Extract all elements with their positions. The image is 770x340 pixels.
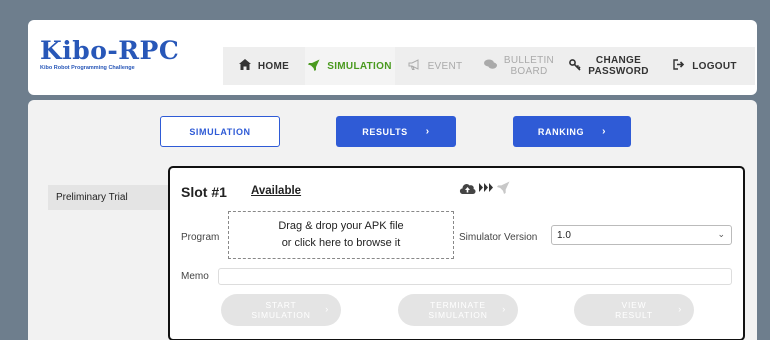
nav-change-password[interactable]: CHANGE PASSWORD [563, 47, 655, 85]
nav-event[interactable]: EVENT [395, 47, 475, 85]
status-indicators [459, 181, 510, 194]
tab-ranking[interactable]: RANKING › [513, 116, 631, 147]
simulator-version-value: 1.0 [557, 229, 571, 241]
nav-password-line1: CHANGE [595, 55, 642, 66]
chevron-right-icon: › [602, 126, 607, 137]
chevron-right-icon: › [502, 304, 506, 314]
start-simulation-button[interactable]: START SIMULATION › [221, 294, 341, 326]
start-line2: SIMULATION [251, 310, 311, 320]
rocket-icon [308, 59, 320, 74]
logo-title: Kibo-RPC [40, 36, 180, 65]
sidebar-item-preliminary-trial[interactable]: Preliminary Trial [48, 185, 168, 210]
nav-bulletin-line1: BULLETIN [503, 55, 555, 66]
terminate-line2: SIMULATION [428, 310, 488, 320]
header: Kibo-RPC Kibo Robot Programming Challeng… [28, 20, 757, 95]
forward-arrows-icon [479, 183, 494, 192]
simulator-version-select[interactable]: 1.0 ⌄ [551, 225, 732, 245]
view-line2: RESULT [615, 310, 653, 320]
memo-input[interactable] [218, 268, 732, 285]
nav-simulation-label: SIMULATION [327, 60, 392, 72]
program-label: Program [181, 232, 220, 243]
simulator-version-label: Simulator Version [459, 232, 538, 243]
nav-home[interactable]: HOME [223, 47, 305, 85]
main-nav: HOME SIMULATION EVENT BULLETIN BOARD CHA… [223, 47, 755, 85]
chevron-right-icon: › [678, 304, 682, 314]
memo-label: Memo [181, 271, 209, 282]
view-line1: VIEW [621, 300, 647, 310]
tab-simulation[interactable]: SIMULATION [160, 116, 280, 147]
sign-out-icon [673, 59, 685, 73]
nav-logout[interactable]: LOGOUT [655, 47, 755, 85]
rocket-icon [497, 181, 510, 194]
nav-home-label: HOME [257, 60, 290, 72]
main-panel: SIMULATION RESULTS › RANKING › Prelimina… [28, 100, 757, 340]
home-icon [238, 59, 251, 73]
slot-status: Available [251, 185, 302, 197]
tab-results[interactable]: RESULTS › [336, 116, 456, 147]
nav-event-label: EVENT [427, 60, 463, 72]
nav-bulletin-line2: BOARD [510, 66, 548, 77]
nav-bulletin-board[interactable]: BULLETIN BOARD [475, 47, 563, 85]
slot-title: Slot #1 [181, 184, 227, 200]
megaphone-icon [408, 59, 421, 73]
tab-results-label: RESULTS [362, 126, 408, 137]
nav-password-line2: PASSWORD [588, 66, 649, 77]
view-result-button[interactable]: VIEW RESULT › [574, 294, 694, 326]
dropzone-line2: or click here to browse it [281, 237, 401, 249]
nav-logout-label: LOGOUT [692, 60, 737, 72]
cloud-upload-icon [459, 182, 476, 194]
apk-dropzone[interactable]: Drag & drop your APK file or click here … [228, 211, 454, 259]
nav-simulation[interactable]: SIMULATION [305, 47, 395, 85]
chevron-down-icon: ⌄ [717, 229, 725, 239]
logo[interactable]: Kibo-RPC Kibo Robot Programming Challeng… [40, 36, 180, 72]
sidebar-item-label: Preliminary Trial [56, 192, 128, 203]
logo-subtitle: Kibo Robot Programming Challenge [40, 65, 135, 71]
comments-icon [483, 59, 497, 73]
dropzone-line1: Drag & drop your APK file [278, 220, 404, 232]
chevron-right-icon: › [425, 126, 430, 137]
chevron-right-icon: › [325, 304, 329, 314]
start-line1: START [265, 300, 297, 310]
terminate-simulation-button[interactable]: TERMINATE SIMULATION › [398, 294, 518, 326]
key-icon [569, 58, 581, 74]
tab-simulation-label: SIMULATION [189, 126, 251, 137]
slot-card: Slot #1 Available Program Drag & drop yo… [168, 166, 745, 340]
terminate-line1: TERMINATE [430, 300, 486, 310]
tab-ranking-label: RANKING [537, 126, 585, 137]
